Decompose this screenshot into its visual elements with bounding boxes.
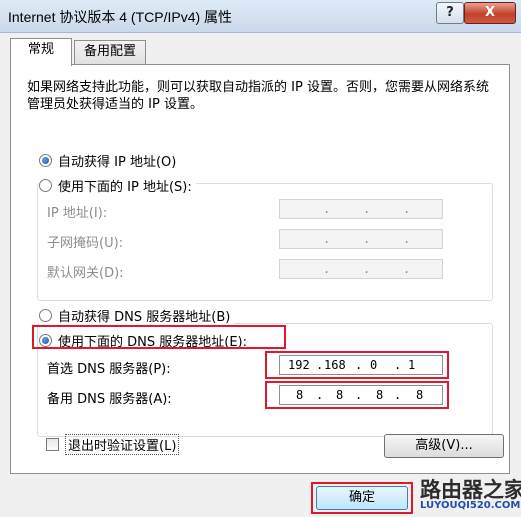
validate-settings-label: 退出时验证设置(L) [65,434,180,455]
validate-settings[interactable]: 退出时验证设置(L) [46,434,180,455]
radio-manual-ip-label: 使用下面的 IP 地址(S): [58,180,192,195]
radio-auto-ip-indicator[interactable] [39,154,52,167]
ok-button-highlight [311,482,413,514]
tab-general[interactable]: 常规 [10,38,72,66]
radio-auto-ip-label: 自动获得 IP 地址(O) [58,155,177,170]
subnet-mask-field[interactable]: ... [279,229,443,249]
advanced-button[interactable]: 高级(V)... [384,434,504,458]
preferred-dns-highlight [265,351,449,379]
watermark: 路由器之家 LUYOUQI520.COM [420,472,521,516]
alternate-dns-label: 备用 DNS 服务器(A): [47,392,172,407]
close-button[interactable]: X [464,2,516,24]
ip-address-field[interactable]: ... [279,199,443,219]
preferred-dns-label: 首选 DNS 服务器(P): [47,362,171,377]
radio-auto-dns-label: 自动获得 DNS 服务器地址(B) [58,310,231,325]
close-icon: X [484,5,496,20]
description-text: 如果网络支持此功能，则可以获取自动指派的 IP 设置。否则，您需要从网络系统管理… [27,80,489,112]
radio-manual-ip[interactable]: 使用下面的 IP 地址(S): [39,176,196,195]
gateway-field[interactable]: ... [279,259,443,279]
ip-address-label: IP 地址(I): [47,206,108,221]
radio-auto-dns[interactable]: 自动获得 DNS 服务器地址(B) [39,306,235,325]
gateway-label: 默认网关(D): [47,266,124,281]
help-icon: ? [446,5,454,20]
manual-dns-highlight [32,325,286,349]
title-bar: Internet 协议版本 4 (TCP/IPv4) 属性 ? X [0,0,521,33]
help-button[interactable]: ? [436,2,464,24]
alternate-dns-highlight [265,381,449,409]
radio-manual-ip-indicator[interactable] [39,179,52,192]
tab-alternate-config[interactable]: 备用配置 [74,40,146,65]
subnet-mask-label: 子网掩码(U): [47,236,124,251]
watermark-url: LUYOUQI520.COM [420,500,521,511]
general-panel: 如果网络支持此功能，则可以获取自动指派的 IP 设置。否则，您需要从网络系统管理… [10,64,510,474]
radio-auto-ip[interactable]: 自动获得 IP 地址(O) [39,151,181,170]
validate-settings-checkbox[interactable] [46,438,59,451]
radio-auto-dns-indicator[interactable] [39,309,52,322]
window-title: Internet 协议版本 4 (TCP/IPv4) 属性 [8,9,233,25]
